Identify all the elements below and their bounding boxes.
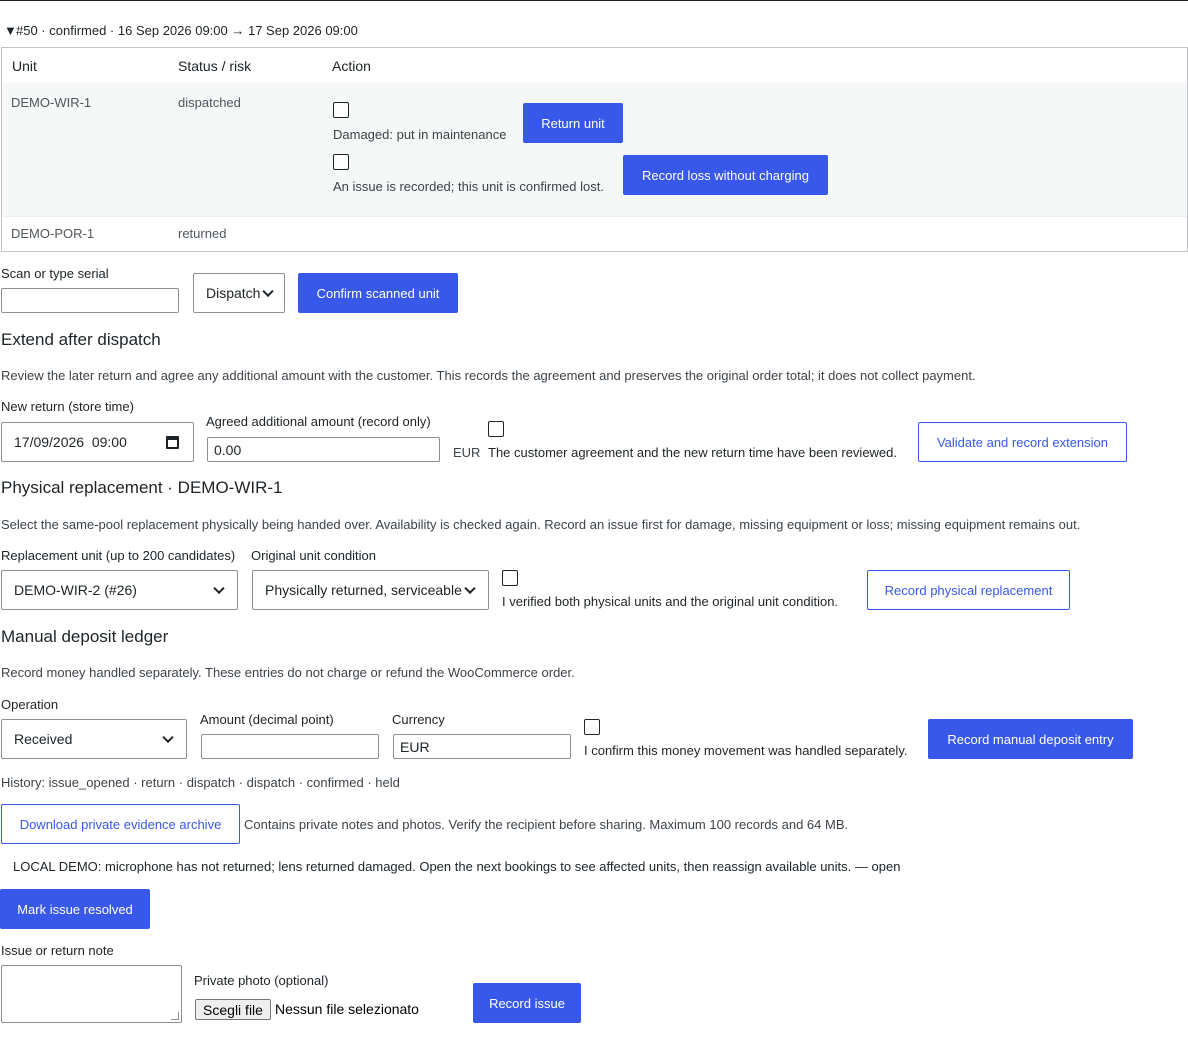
- record-deposit-button[interactable]: Record manual deposit entry: [928, 719, 1133, 759]
- chevron-down-icon: [262, 285, 274, 298]
- condition-label: Original unit condition: [251, 548, 377, 563]
- operation-select[interactable]: Received: [1, 719, 187, 759]
- scan-mode-select[interactable]: Dispatch: [193, 273, 285, 313]
- extend-heading: Extend after dispatch: [1, 330, 161, 349]
- deposit-heading: Manual deposit ledger: [1, 627, 169, 646]
- issue-text: LOCAL DEMO: microphone has not returned;…: [13, 859, 901, 874]
- operation-value: Received: [14, 731, 73, 747]
- operation-label: Operation: [1, 697, 59, 712]
- download-evidence-button[interactable]: Download private evidence archive: [1, 804, 240, 844]
- choose-file-button[interactable]: Scegli file: [195, 999, 271, 1020]
- chevron-down-icon: [213, 582, 225, 595]
- status-cell: returned: [178, 226, 227, 241]
- replacement-unit-label: Replacement unit (up to 200 candidates): [1, 548, 236, 563]
- condition-select[interactable]: Physically returned, serviceable: [252, 570, 489, 610]
- history-text: History: issue_opened · return · dispatc…: [1, 775, 400, 790]
- return-unit-button[interactable]: Return unit: [523, 103, 623, 143]
- condition-value: Physically returned, serviceable: [265, 582, 462, 598]
- deposit-confirm-label: I confirm this money movement was handle…: [584, 743, 908, 758]
- deposit-confirm-checkbox[interactable]: [584, 719, 600, 735]
- loss-label: An issue is recorded; this unit is confi…: [333, 179, 604, 194]
- deposit-amount-label: Amount (decimal point): [200, 712, 334, 727]
- deposit-currency-input[interactable]: [393, 734, 571, 759]
- deposit-currency-label: Currency: [392, 712, 445, 727]
- unit-cell: DEMO-WIR-1: [11, 95, 92, 110]
- replacement-unit-select[interactable]: DEMO-WIR-2 (#26): [1, 570, 238, 610]
- header-action: Action: [332, 58, 371, 74]
- triangle-down-icon: ▼: [4, 23, 17, 38]
- status-cell: dispatched: [178, 95, 241, 110]
- issue-note-textarea[interactable]: [1, 965, 182, 1023]
- chevron-down-icon: [464, 582, 476, 595]
- extend-currency: EUR: [453, 445, 481, 460]
- replacement-heading: Physical replacement · DEMO-WIR-1: [1, 478, 283, 497]
- new-return-datetime-input[interactable]: 17/09/2026 09:00: [1, 422, 194, 462]
- top-divider: [0, 0, 1188, 1]
- replacement-unit-value: DEMO-WIR-2 (#26): [14, 582, 137, 598]
- record-issue-button[interactable]: Record issue: [473, 983, 581, 1023]
- chevron-down-icon: [162, 731, 174, 744]
- issue-note-label: Issue or return note: [1, 943, 114, 958]
- table-row: DEMO-WIR-1 dispatched Damaged: put in ma…: [2, 83, 1187, 216]
- record-replacement-button[interactable]: Record physical replacement: [867, 570, 1070, 610]
- header-unit: Unit: [12, 58, 37, 74]
- header-status: Status / risk: [178, 58, 252, 74]
- booking-summary-text: #50 · confirmed · 16 Sep 2026 09:00 → 17…: [16, 23, 358, 38]
- new-return-value: 17/09/2026 09:00: [14, 434, 127, 450]
- extend-confirm-label: The customer agreement and the new retur…: [488, 445, 898, 460]
- replacement-confirm-label: I verified both physical units and the o…: [502, 594, 839, 609]
- validate-extension-button[interactable]: Validate and record extension: [918, 422, 1127, 462]
- serial-input[interactable]: [1, 288, 179, 313]
- damaged-checkbox[interactable]: [333, 102, 349, 118]
- replacement-description: Select the same-pool replacement physica…: [1, 517, 1081, 532]
- loss-checkbox[interactable]: [333, 154, 349, 170]
- booking-summary-toggle[interactable]: ▼#50 · confirmed · 16 Sep 2026 09:00 → 1…: [4, 23, 358, 38]
- units-table: Unit Status / risk Action DEMO-WIR-1 dis…: [1, 47, 1188, 252]
- extend-confirm-checkbox[interactable]: [488, 421, 504, 437]
- mark-issue-resolved-button[interactable]: Mark issue resolved: [0, 889, 150, 929]
- scan-mode-value: Dispatch: [206, 285, 261, 301]
- calendar-icon[interactable]: [166, 436, 179, 449]
- resize-grip-icon[interactable]: [171, 1012, 179, 1020]
- agreed-amount-label: Agreed additional amount (record only): [206, 414, 431, 429]
- damaged-label: Damaged: put in maintenance: [333, 127, 507, 142]
- agreed-amount-input[interactable]: [207, 437, 440, 462]
- confirm-scanned-unit-button[interactable]: Confirm scanned unit: [298, 273, 458, 313]
- scan-label: Scan or type serial: [1, 266, 109, 281]
- deposit-description: Record money handled separately. These e…: [1, 665, 575, 680]
- record-loss-button[interactable]: Record loss without charging: [623, 155, 828, 195]
- extend-description: Review the later return and agree any ad…: [1, 368, 976, 383]
- photo-label: Private photo (optional): [194, 973, 329, 988]
- new-return-label: New return (store time): [1, 399, 134, 414]
- row-divider: [2, 216, 1187, 217]
- deposit-amount-input[interactable]: [201, 734, 379, 759]
- unit-cell: DEMO-POR-1: [11, 226, 95, 241]
- replacement-confirm-checkbox[interactable]: [502, 570, 518, 586]
- evidence-note: Contains private notes and photos. Verif…: [244, 817, 849, 832]
- file-status-text: Nessun file selezionato: [275, 1001, 419, 1017]
